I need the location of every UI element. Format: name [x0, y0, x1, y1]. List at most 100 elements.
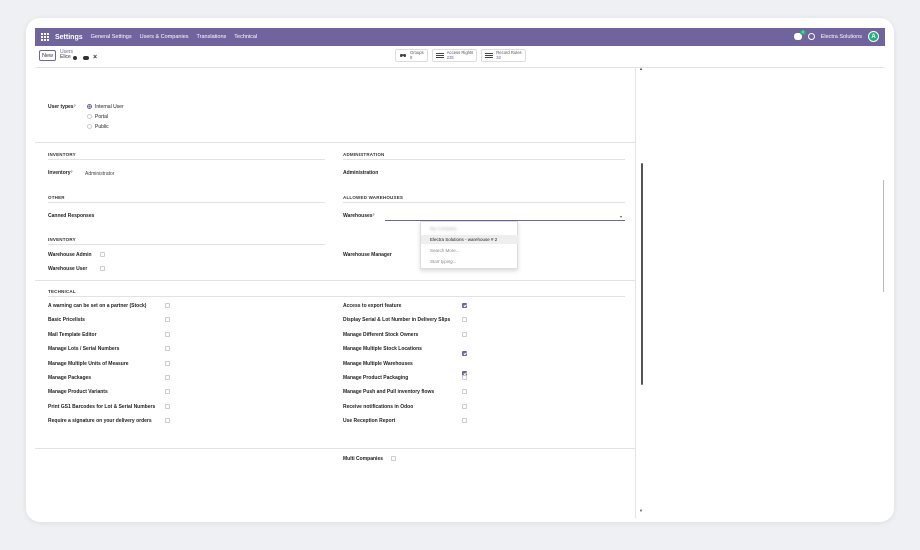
- radio-label: Internal User: [95, 104, 124, 110]
- section-title-other: OTHER: [48, 195, 65, 200]
- gear-icon[interactable]: [72, 55, 77, 60]
- tech-right-checkbox[interactable]: [462, 317, 467, 322]
- list-icon: [435, 52, 444, 59]
- caret-down-icon[interactable]: ▾: [620, 214, 622, 219]
- tech-left-label: Basic Pricelists: [48, 317, 85, 323]
- tech-left-checkbox[interactable]: [165, 303, 170, 308]
- radio-label: Portal: [95, 114, 109, 120]
- chat-icon[interactable]: 4: [793, 30, 806, 40]
- breadcrumb-record: Elice: [60, 55, 77, 60]
- tech-right-checkbox[interactable]: [462, 351, 467, 356]
- tech-left-label: Manage Multiple Units of Measure: [48, 361, 129, 367]
- vertical-scrollbar[interactable]: [641, 163, 643, 385]
- tech-right-checkbox[interactable]: [462, 389, 467, 394]
- menu-translations[interactable]: Translations: [197, 34, 227, 40]
- app-title[interactable]: Settings: [55, 34, 83, 41]
- record-rules-smart-button[interactable]: Record Rules 32: [481, 49, 526, 62]
- breadcrumb: Users Elice: [60, 50, 77, 60]
- tech-right-label: Manage Multiple Warehouses: [343, 361, 413, 367]
- multi-companies-label: Multi Companies: [343, 456, 384, 462]
- tech-right-label: Manage Product Packaging: [343, 375, 409, 381]
- tech-left-label: Manage Packages: [48, 375, 92, 381]
- tech-right-checkbox[interactable]: [462, 404, 467, 409]
- tech-left-checkbox[interactable]: [165, 418, 170, 423]
- radio-public[interactable]: [87, 124, 92, 129]
- search-more-link[interactable]: Search More...: [421, 246, 519, 255]
- menu-users-companies[interactable]: Users & Companies: [140, 34, 189, 40]
- access-rights-smart-button[interactable]: Access Rights 235: [431, 49, 478, 62]
- radio-label: Public: [95, 124, 109, 130]
- top-navbar: Settings General Settings Users & Compan…: [35, 28, 885, 46]
- tech-left-label: Print GS1 Barcodes for Lot & Serial Numb…: [48, 404, 156, 410]
- warehouses-autocomplete-dropdown: My Company Electra Solutions - warehouse…: [420, 221, 519, 269]
- save-cloud-icon[interactable]: [83, 56, 89, 60]
- dropdown-option-active[interactable]: Electra Solutions - warehouse # 2: [421, 235, 519, 244]
- warehouse-user-checkbox[interactable]: [100, 266, 105, 271]
- dropdown-option[interactable]: My Company: [421, 224, 519, 233]
- tech-right-label: Manage Different Stock Owners: [343, 332, 419, 338]
- systray: 4 Electra Solutions A: [793, 30, 879, 42]
- tech-left-checkbox[interactable]: [165, 361, 170, 366]
- multi-companies-checkbox[interactable]: [391, 456, 396, 461]
- user-types-label: User types?: [48, 104, 76, 110]
- section-title-inventory: INVENTORY: [48, 152, 76, 157]
- section-title-administration: ADMINISTRATION: [343, 152, 385, 157]
- app-window: Settings General Settings Users & Compan…: [35, 28, 885, 518]
- tech-left-checkbox[interactable]: [165, 332, 170, 337]
- smart-button-label: Groups: [410, 50, 424, 55]
- screenshot-frame: Settings General Settings Users & Compan…: [26, 18, 894, 522]
- warehouse-admin-label: Warehouse Admin: [48, 252, 92, 258]
- warehouse-manager-label: Warehouse Manager: [343, 252, 392, 258]
- apps-grid-icon[interactable]: [41, 33, 49, 41]
- tech-left-checkbox[interactable]: [165, 389, 170, 394]
- menu-technical[interactable]: Technical: [234, 34, 257, 40]
- tech-left-checkbox[interactable]: [165, 317, 170, 322]
- tech-left-checkbox[interactable]: [165, 404, 170, 409]
- tech-right-checkbox[interactable]: [462, 303, 467, 308]
- tech-right-label: Access to export feature: [343, 303, 402, 309]
- chat-badge: 4: [799, 30, 806, 35]
- tech-right-checkbox[interactable]: [462, 375, 467, 380]
- section-title-technical: TECHNICAL: [48, 289, 76, 294]
- smart-buttons: Groups 9 Access Rights 235 Record Rules 32: [395, 49, 526, 62]
- tech-left-label: Require a signature on your delivery ord…: [48, 418, 152, 424]
- tech-right-checkbox[interactable]: [462, 332, 467, 337]
- radio-portal[interactable]: [87, 114, 92, 119]
- inventory-select[interactable]: Administrator: [85, 171, 114, 177]
- panel-edge-scrollbar[interactable]: [883, 180, 884, 292]
- list-icon: [485, 52, 494, 59]
- tech-left-label: Manage Lots / Serial Numbers: [48, 346, 120, 352]
- groups-smart-button[interactable]: Groups 9: [395, 49, 428, 62]
- new-button[interactable]: New: [39, 50, 56, 61]
- menu-general-settings[interactable]: General Settings: [91, 34, 132, 40]
- tech-right-label: Use Reception Report: [343, 418, 396, 424]
- scroll-down-arrow-icon[interactable]: ▼: [639, 508, 643, 513]
- user-avatar[interactable]: A: [868, 31, 879, 42]
- radio-internal-user[interactable]: [87, 104, 92, 109]
- start-typing-hint: Start typing...: [430, 259, 457, 264]
- company-switcher[interactable]: Electra Solutions: [821, 34, 862, 40]
- canned-responses-label: Canned Responses: [48, 213, 95, 219]
- tech-right-label: Manage Push and Pull inventory flows: [343, 389, 435, 395]
- section-title-inventory-2: INVENTORY: [48, 237, 76, 242]
- warehouses-label: Warehouses?: [343, 213, 375, 219]
- chatter-panel: [635, 68, 885, 518]
- divider: [35, 142, 635, 143]
- tech-right-label: Display Serial & Lot Number in Delivery …: [343, 317, 451, 323]
- tech-right-checkbox[interactable]: [462, 418, 467, 423]
- discard-x-icon[interactable]: ×: [93, 54, 97, 61]
- section-title-allowed-warehouses: ALLOWED WAREHOUSES: [343, 195, 404, 200]
- inventory-label: Inventory?: [48, 170, 73, 176]
- tech-right-label: Receive notifications in Odoo: [343, 404, 414, 410]
- tech-left-label: A warning can be set on a partner (Stock…: [48, 303, 147, 309]
- smart-button-count: 235: [446, 54, 454, 60]
- tech-left-checkbox[interactable]: [165, 346, 170, 351]
- warehouse-admin-checkbox[interactable]: [100, 252, 105, 257]
- tech-left-checkbox[interactable]: [165, 375, 170, 380]
- administration-label: Administration: [343, 170, 379, 176]
- activity-clock-icon[interactable]: [807, 33, 815, 40]
- record-name: Elice: [60, 54, 71, 60]
- tech-right-label: Manage Multiple Stock Locations: [343, 346, 422, 352]
- tech-left-label: Manage Product Variants: [48, 389, 108, 395]
- scroll-up-arrow-icon[interactable]: ▲: [639, 66, 643, 71]
